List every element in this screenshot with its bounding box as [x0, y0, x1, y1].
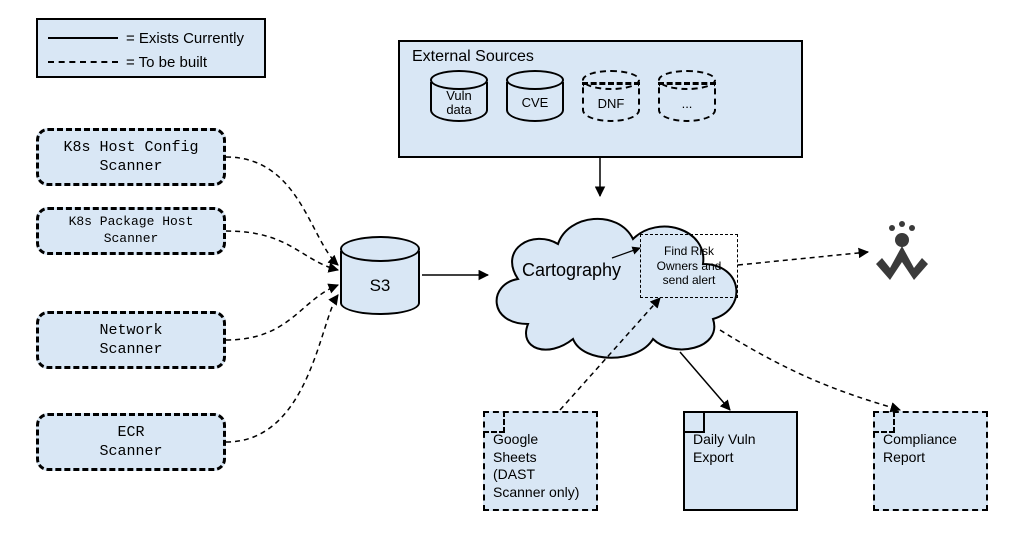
legend-solid-line [48, 37, 118, 39]
scanner-network: Network Scanner [36, 311, 226, 369]
cloud-title: Cartography [522, 260, 621, 281]
scanner-label: K8s Package Host Scanner [69, 214, 194, 248]
output-label: Daily Vuln Export [693, 421, 788, 466]
cloud-inner-action: Find Risk Owners and send alert [640, 234, 738, 298]
scanner-label: ECR Scanner [99, 423, 162, 462]
db-dnf: DNF [582, 70, 640, 122]
legend-exists-label: = Exists Currently [126, 30, 244, 47]
legend-dashed-line [48, 61, 118, 63]
legend-row-tobuild: = To be built [48, 50, 254, 74]
cloud-inner-label: Find Risk Owners and send alert [657, 244, 722, 287]
scanner-label: Network Scanner [99, 321, 162, 360]
output-label: Google Sheets (DAST Scanner only) [493, 421, 588, 501]
legend-row-exists: = Exists Currently [48, 26, 254, 50]
legend-box: = Exists Currently = To be built [36, 18, 266, 78]
scanner-ecr: ECR Scanner [36, 413, 226, 471]
architecture-diagram: = Exists Currently = To be built K8s Hos… [0, 0, 1024, 533]
db-vuln-data: Vuln data [430, 70, 488, 122]
db-label: DNF [598, 97, 625, 111]
jira-icon [870, 218, 934, 285]
output-google-sheets: Google Sheets (DAST Scanner only) [483, 411, 598, 511]
scanner-k8s-package-host: K8s Package Host Scanner [36, 207, 226, 255]
db-label: Vuln data [446, 89, 472, 118]
scanner-k8s-host-config: K8s Host Config Scanner [36, 128, 226, 186]
external-sources-row: Vuln data CVE DNF ... [412, 70, 789, 122]
db-label: ... [682, 97, 693, 111]
external-sources-box: External Sources Vuln data CVE DNF ... [398, 40, 803, 158]
db-s3: S3 [340, 236, 420, 315]
scanner-label: K8s Host Config Scanner [63, 138, 198, 177]
db-cve: CVE [506, 70, 564, 122]
output-label: Compliance Report [883, 421, 978, 466]
db-more: ... [658, 70, 716, 122]
db-label: S3 [370, 277, 391, 296]
external-sources-title: External Sources [412, 48, 789, 66]
output-daily-vuln: Daily Vuln Export [683, 411, 798, 511]
db-label: CVE [522, 96, 549, 110]
legend-tobuild-label: = To be built [126, 54, 207, 71]
output-compliance: Compliance Report [873, 411, 988, 511]
